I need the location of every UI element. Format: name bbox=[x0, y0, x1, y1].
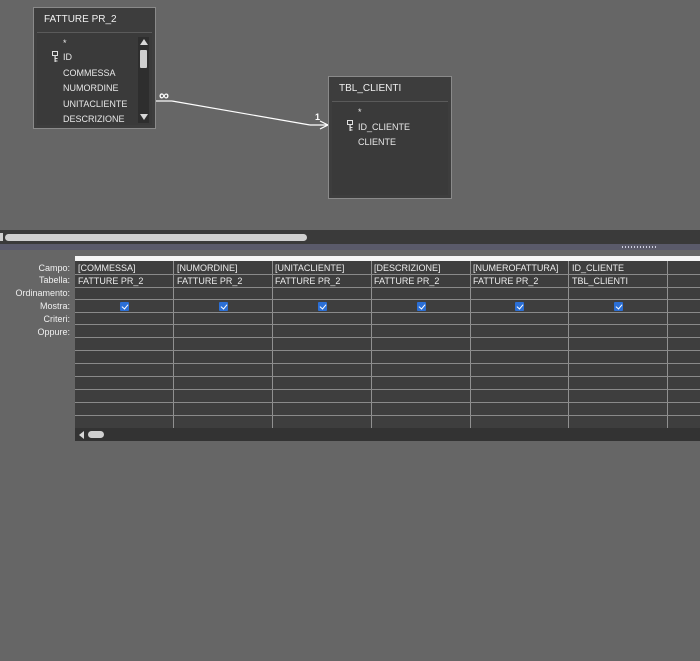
cell-campo[interactable]: [COMMESSA] bbox=[78, 262, 136, 274]
row-separator bbox=[75, 363, 700, 364]
cell-tabella[interactable]: FATTURE PR_2 bbox=[473, 275, 538, 287]
row-label-criteri: Criteri: bbox=[43, 314, 71, 324]
show-checkbox[interactable] bbox=[417, 302, 426, 311]
table-title[interactable]: TBL_CLIENTI bbox=[339, 83, 401, 94]
cell-tabella[interactable]: FATTURE PR_2 bbox=[78, 275, 143, 287]
cell-tabella[interactable]: TBL_CLIENTI bbox=[572, 275, 628, 287]
cell-tabella[interactable]: FATTURE PR_2 bbox=[374, 275, 439, 287]
scroll-thumb[interactable] bbox=[5, 234, 307, 241]
row-separator bbox=[75, 287, 700, 288]
row-label-campo: Campo: bbox=[38, 263, 70, 273]
row-separator bbox=[75, 415, 700, 416]
relationship-many-label: ∞ bbox=[159, 87, 169, 103]
show-checkbox[interactable] bbox=[120, 302, 129, 311]
cell-tabella[interactable]: FATTURE PR_2 bbox=[177, 275, 242, 287]
splitter-grip-icon[interactable] bbox=[622, 246, 656, 248]
query-design-area: FATTURE PR_2 * ID COMMESSA NUMORDINE UNI… bbox=[0, 0, 700, 230]
cell-campo[interactable]: [NUMEROFATTURA] bbox=[473, 262, 558, 274]
show-checkbox[interactable] bbox=[219, 302, 228, 311]
row-separator bbox=[75, 337, 700, 338]
field-list: * ID_CLIENTE CLIENTE bbox=[332, 101, 448, 195]
show-checkbox[interactable] bbox=[614, 302, 623, 311]
key-icon bbox=[347, 120, 353, 131]
design-area-hscrollbar[interactable] bbox=[0, 230, 700, 244]
show-checkbox[interactable] bbox=[515, 302, 524, 311]
cell-campo[interactable]: ID_CLIENTE bbox=[572, 262, 624, 274]
grid-hscrollbar[interactable] bbox=[75, 428, 700, 441]
cell-campo[interactable]: [NUMORDINE] bbox=[177, 262, 238, 274]
show-checkbox[interactable] bbox=[318, 302, 327, 311]
row-label-mostra: Mostra: bbox=[39, 301, 70, 311]
field-item[interactable]: ID_CLIENTE bbox=[358, 120, 410, 134]
cell-campo[interactable]: [UNITACLIENTE] bbox=[275, 262, 344, 274]
cell-campo[interactable]: [DESCRIZIONE] bbox=[374, 262, 441, 274]
cell-tabella[interactable]: FATTURE PR_2 bbox=[275, 275, 340, 287]
row-separator bbox=[75, 312, 700, 313]
query-design-grid[interactable]: [COMMESSA] FATTURE PR_2 [NUMORDINE] FATT… bbox=[75, 256, 700, 428]
scroll-thumb[interactable] bbox=[88, 431, 104, 438]
row-separator bbox=[75, 389, 700, 390]
relationship-one-label: 1 bbox=[315, 112, 321, 122]
row-separator bbox=[75, 350, 700, 351]
table-box-tbl-clienti[interactable]: TBL_CLIENTI * ID_CLIENTE CLIENTE bbox=[328, 76, 452, 199]
field-item[interactable]: CLIENTE bbox=[358, 135, 396, 149]
scroll-left-edge[interactable] bbox=[0, 233, 3, 241]
scroll-left-arrow-icon[interactable] bbox=[79, 431, 84, 439]
column-selector-bar[interactable] bbox=[75, 256, 700, 261]
row-separator bbox=[75, 402, 700, 403]
row-label-tabella: Tabella: bbox=[38, 275, 70, 285]
row-label-ordinamento: Ordinamento: bbox=[15, 288, 70, 298]
row-label-oppure: Oppure: bbox=[37, 327, 70, 337]
field-item[interactable]: * bbox=[358, 105, 362, 119]
row-separator bbox=[75, 299, 700, 300]
row-separator bbox=[75, 324, 700, 325]
row-separator bbox=[75, 376, 700, 377]
